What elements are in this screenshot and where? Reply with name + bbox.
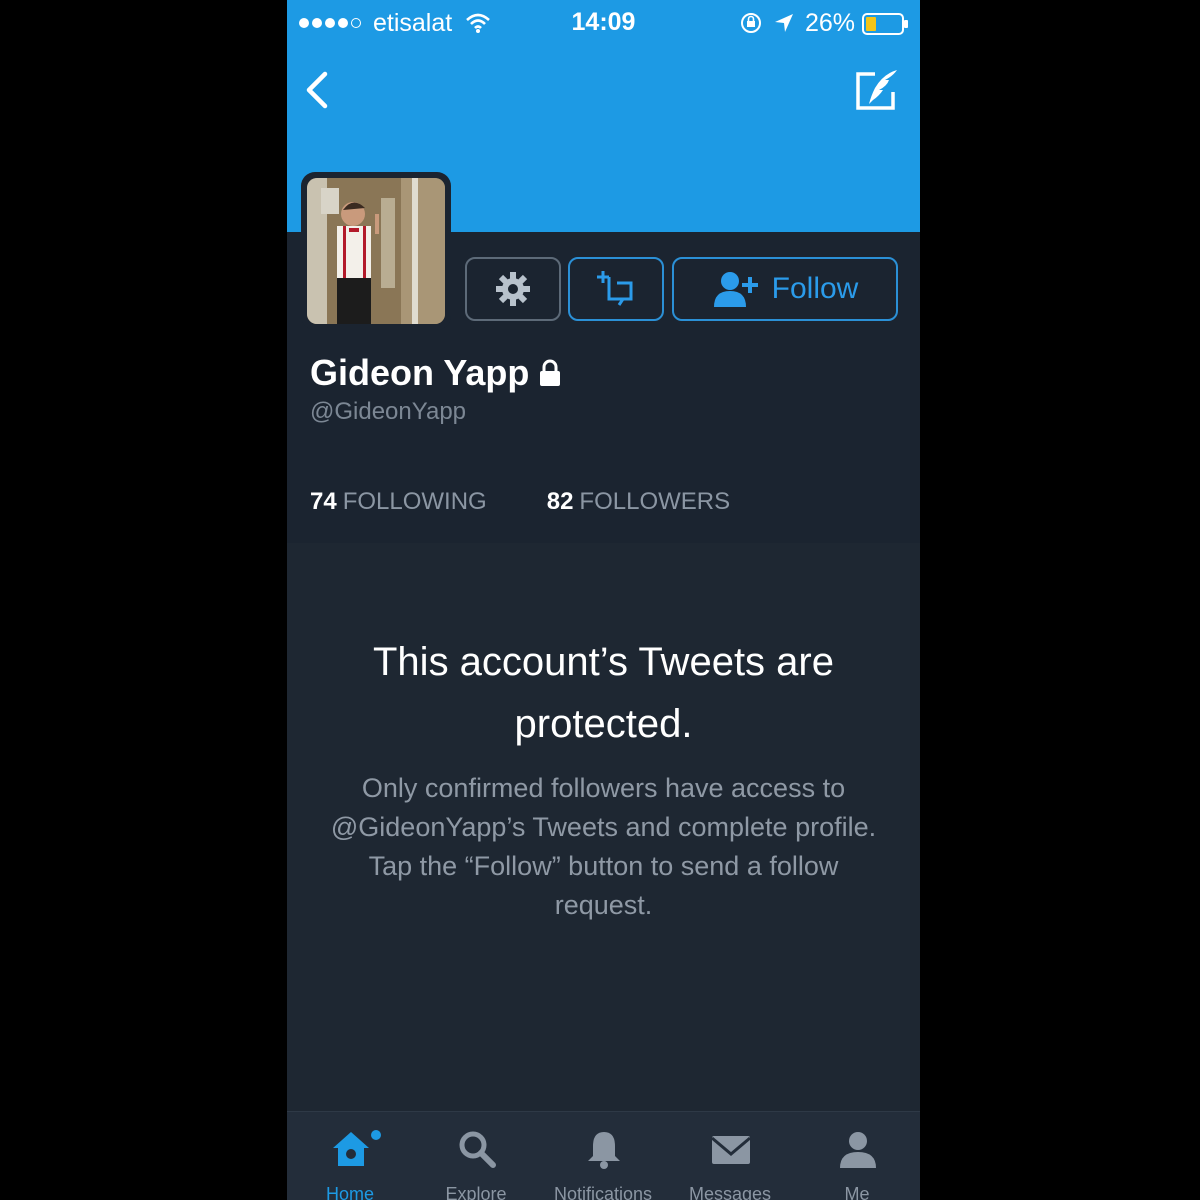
followers-stat[interactable]: 82 FOLLOWERS [547, 488, 730, 516]
back-chevron-icon[interactable] [297, 68, 337, 112]
profile-handle: @GideonYapp [310, 398, 467, 425]
search-icon [459, 1131, 496, 1168]
bell-icon [588, 1132, 620, 1169]
tab-notifications-label: Notifications [553, 1184, 653, 1200]
profile-screen: etisalat 14:09 26% Follow Gideon Yapp @G… [287, 0, 920, 1200]
following-stat[interactable]: 74 FOLLOWING [310, 488, 487, 516]
tab-bar: Home Explore Notifications Messages Me [287, 1111, 920, 1200]
location-arrow-icon [775, 14, 793, 32]
tab-explore-label: Explore [445, 1184, 507, 1200]
profile-name: Gideon Yapp [310, 352, 530, 393]
profile-stats: 74 FOLLOWING 82 FOLLOWERS [310, 488, 730, 516]
battery-percentage: 26% [805, 9, 856, 37]
settings-button[interactable] [465, 257, 561, 321]
add-user-icon [713, 272, 758, 307]
protected-description: Only confirmed followers have access to … [330, 773, 877, 920]
following-label: FOLLOWING [342, 488, 487, 515]
add-to-list-button[interactable] [568, 257, 664, 321]
home-notification-dot [371, 1130, 381, 1140]
followers-label: FOLLOWERS [579, 488, 731, 515]
follow-button[interactable]: Follow [672, 257, 898, 321]
tab-home-label: Home [325, 1184, 374, 1200]
profile-name-row: Gideon Yapp [310, 352, 561, 394]
envelope-icon [711, 1136, 751, 1164]
protected-notice-panel: This account’s Tweets are protected. Onl… [287, 543, 920, 1111]
gear-icon [496, 272, 530, 306]
tab-home[interactable]: Home [287, 1112, 413, 1200]
tab-explore[interactable]: Explore [413, 1112, 539, 1200]
status-bar: etisalat 14:09 26% [287, 0, 920, 48]
compose-tweet-icon[interactable] [853, 66, 901, 116]
following-count: 74 [310, 488, 337, 515]
person-icon [840, 1132, 876, 1168]
lock-icon [540, 359, 561, 386]
avatar-photo [307, 178, 445, 324]
profile-avatar[interactable] [301, 172, 451, 330]
rotation-lock-icon [741, 13, 761, 33]
tab-messages[interactable]: Messages [667, 1112, 793, 1200]
followers-count: 82 [546, 488, 574, 515]
follow-button-label: Follow [771, 272, 859, 305]
tab-messages-label: Messages [688, 1184, 772, 1200]
protected-title: This account’s Tweets are protected. [373, 640, 834, 746]
home-icon [333, 1132, 369, 1166]
tab-me[interactable]: Me [794, 1112, 920, 1200]
add-to-list-icon [597, 271, 633, 306]
battery-icon [862, 13, 908, 35]
tab-me-label: Me [844, 1184, 870, 1200]
tab-notifications[interactable]: Notifications [540, 1112, 666, 1200]
